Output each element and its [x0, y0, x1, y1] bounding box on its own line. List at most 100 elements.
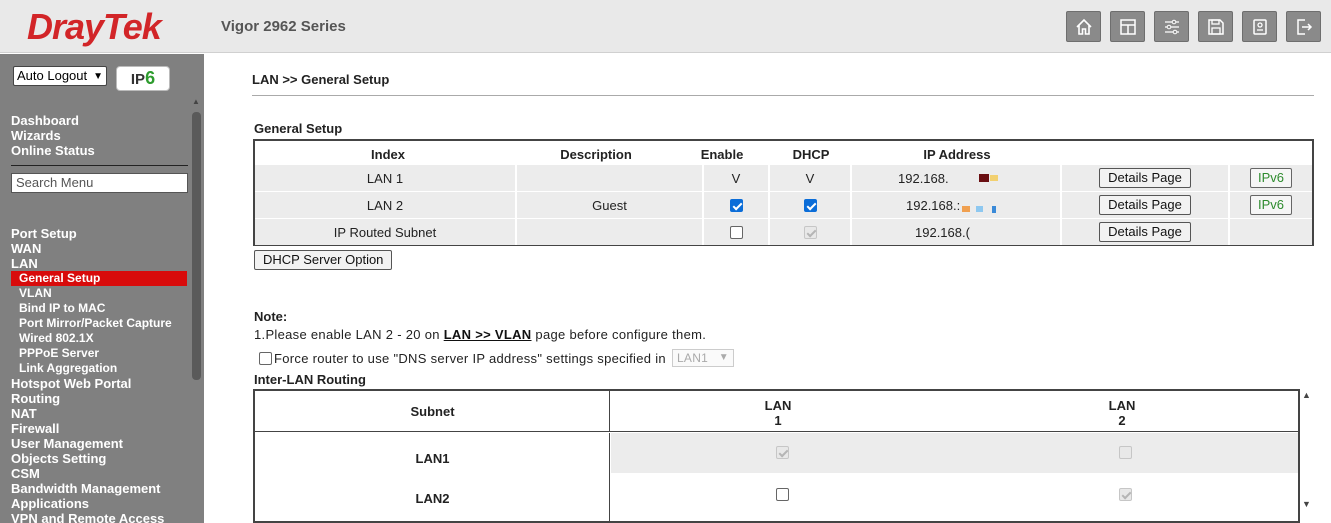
row-ip-address: 192.168.: — [852, 192, 1062, 218]
nav-bandwidth-management[interactable]: Bandwidth Management — [11, 481, 161, 496]
settings-sliders-button[interactable] — [1154, 11, 1189, 42]
enable-checkbox[interactable] — [729, 225, 743, 239]
nav-wizards[interactable]: Wizards — [11, 128, 61, 143]
nav-lan-port-mirror[interactable]: Port Mirror/Packet Capture — [19, 316, 172, 331]
col-header-dhcp: DHCP — [792, 147, 830, 162]
force-dns-lan-select[interactable]: LAN1 ▼ — [671, 349, 734, 367]
nav-objects-setting[interactable]: Objects Setting — [11, 451, 106, 466]
lan1-top: LAN — [764, 398, 792, 413]
force-dns-lan-value: LAN1 — [676, 351, 709, 365]
force-dns-checkbox[interactable] — [259, 351, 272, 365]
row-details-cell: Details Page — [1062, 219, 1230, 245]
config-backup-icon — [1252, 18, 1267, 35]
row-description: Guest — [517, 192, 704, 218]
nav-user-management[interactable]: User Management — [11, 436, 123, 451]
logout-icon — [1296, 18, 1312, 35]
force-dns-row: Force router to use "DNS server IP addre… — [259, 349, 734, 367]
enable-checkbox[interactable] — [729, 198, 743, 212]
sidebar: Auto Logout ▼ IP6 Dashboard Wizards Onli… — [0, 54, 204, 523]
dhcp-checkbox[interactable] — [803, 198, 817, 212]
lan-vlan-link[interactable]: LAN >> VLAN — [444, 327, 532, 342]
dashboard-layout-icon — [1119, 18, 1136, 35]
ip-address-text: 192.168.( — [915, 224, 970, 240]
nav-lan-pppoe-server[interactable]: PPPoE Server — [19, 346, 99, 361]
nav-csm[interactable]: CSM — [11, 466, 40, 481]
dhcp-checkbox-disabled — [803, 225, 817, 239]
row-index: LAN 2 — [255, 192, 517, 218]
row-dhcp — [770, 192, 852, 218]
ip-address-text: 192.168.: — [906, 197, 961, 213]
sidebar-divider — [11, 165, 188, 166]
dashboard-layout-button[interactable] — [1110, 11, 1145, 42]
row-dhcp: V — [770, 165, 852, 191]
lan2-top: LAN — [1108, 398, 1136, 413]
redacted-block — [978, 174, 989, 182]
details-page-button[interactable]: Details Page — [1099, 222, 1191, 242]
search-menu-input[interactable]: Search Menu — [11, 173, 188, 193]
general-setup-title: General Setup — [254, 121, 343, 136]
save-button[interactable] — [1198, 11, 1233, 42]
inter-row-cells — [611, 473, 1298, 521]
inter-lan-scrollbar[interactable]: ▲ ▼ — [1300, 389, 1314, 523]
scroll-down-icon[interactable]: ▼ — [1302, 499, 1311, 509]
chevron-down-icon: ▼ — [718, 352, 729, 363]
nav-lan-vlan[interactable]: VLAN — [19, 286, 52, 301]
nav-lan-wired-8021x[interactable]: Wired 802.1X — [19, 331, 94, 346]
col-header-enable: Enable — [700, 147, 744, 162]
config-backup-button[interactable] — [1242, 11, 1277, 42]
redacted-block — [989, 175, 998, 181]
inter-header-lan1: LAN 1 — [728, 398, 828, 428]
nav-lan[interactable]: LAN — [11, 256, 38, 271]
inter-row-cells — [611, 433, 1298, 473]
lan1-bottom: 1 — [774, 413, 782, 428]
inter-lan-routing-title: Inter-LAN Routing — [254, 372, 366, 387]
table-row: LAN 2 Guest 192.168.: Details Page IPv6 — [255, 192, 1312, 218]
nav-vpn-remote-access[interactable]: VPN and Remote Access — [11, 511, 164, 523]
nav-online-status[interactable]: Online Status — [11, 143, 95, 158]
nav-lan-bind-ip-to-mac[interactable]: Bind IP to MAC — [19, 301, 105, 316]
lan2-to-lan1-checkbox[interactable] — [776, 488, 789, 501]
lan2-bottom: 2 — [1118, 413, 1126, 428]
table-row: LAN 1 V V 192.168. Details Page IPv6 — [255, 165, 1312, 191]
home-button[interactable] — [1066, 11, 1101, 42]
nav-routing[interactable]: Routing — [11, 391, 60, 406]
scroll-up-icon[interactable]: ▲ — [1302, 390, 1311, 400]
auto-logout-select[interactable]: Auto Logout ▼ — [13, 66, 107, 86]
dhcp-server-option-button[interactable]: DHCP Server Option — [254, 250, 393, 270]
ipv6-button[interactable]: IPv6 — [1249, 195, 1292, 215]
title-divider — [252, 95, 1314, 96]
nav-firewall[interactable]: Firewall — [11, 421, 59, 436]
nav-wan[interactable]: WAN — [11, 241, 41, 256]
row-details-cell: Details Page — [1062, 192, 1230, 218]
nav-nat[interactable]: NAT — [11, 406, 37, 421]
nav-port-setup[interactable]: Port Setup — [11, 226, 77, 241]
sidebar-scroll-thumb[interactable] — [192, 112, 201, 380]
note-suffix: page before configure them. — [531, 327, 707, 342]
ipv6-button[interactable]: IPv6 — [1249, 168, 1292, 188]
top-header-bar: DrayTek Vigor 2962 Series — [0, 0, 1331, 53]
nav-lan-link-aggregation[interactable]: Link Aggregation — [19, 361, 117, 376]
lan1-to-lan2-checkbox — [1119, 446, 1132, 459]
col-header-ip-address: IP Address — [923, 147, 991, 162]
inter-row-label-cell: LAN1 — [255, 433, 610, 473]
ipv6-badge[interactable]: IP6 — [116, 66, 170, 91]
table-row: IP Routed Subnet 192.168.( Details Page — [255, 219, 1312, 245]
nav-lan-general-setup[interactable]: General Setup — [11, 271, 187, 286]
nav-dashboard[interactable]: Dashboard — [11, 113, 79, 128]
sliders-icon — [1164, 19, 1179, 34]
row-dhcp — [770, 219, 852, 245]
details-page-button[interactable]: Details Page — [1099, 195, 1191, 215]
nav-hotspot-web-portal[interactable]: Hotspot Web Portal — [11, 376, 131, 391]
inter-header-lans-cell: LAN 1 LAN 2 — [610, 391, 1298, 432]
nav-applications[interactable]: Applications — [11, 496, 89, 511]
force-dns-label: Force router to use "DNS server IP addre… — [274, 350, 666, 366]
logout-button[interactable] — [1286, 11, 1321, 42]
redacted-block — [992, 205, 997, 213]
row-ipv6-cell — [1230, 219, 1312, 245]
scroll-up-icon[interactable]: ▲ — [192, 97, 200, 106]
details-page-button[interactable]: Details Page — [1099, 168, 1191, 188]
row-ip-address: 192.168.( — [852, 219, 1062, 245]
sidebar-scrollbar[interactable]: ▲ — [189, 94, 204, 523]
row-ipv6-cell: IPv6 — [1230, 165, 1312, 191]
inter-row-label: LAN1 — [415, 451, 450, 466]
